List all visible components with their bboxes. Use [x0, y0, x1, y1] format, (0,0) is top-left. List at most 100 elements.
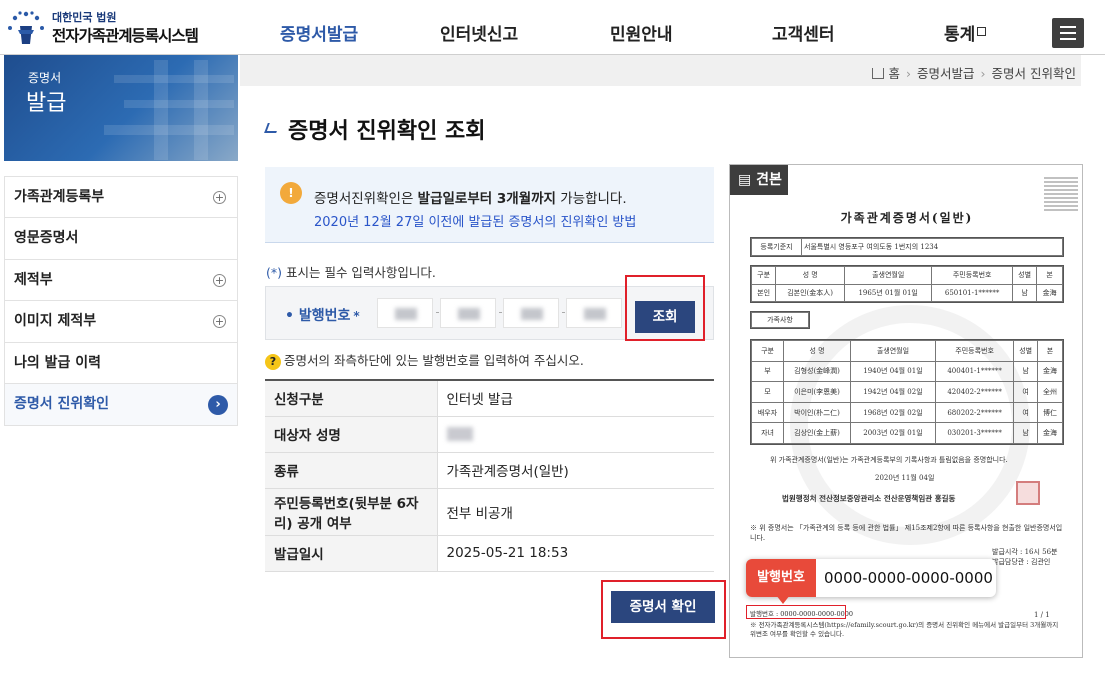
issue-number-input-4[interactable]	[566, 298, 622, 328]
sample-family-label: 가족사항	[750, 311, 810, 329]
document-icon: ▤	[738, 172, 757, 188]
callout-pointer	[776, 595, 790, 604]
sample-date: 2020년 11월 04일	[875, 474, 935, 482]
section-banner: 증명서 발급	[4, 55, 238, 161]
table-row: 신청구분 인터넷 발급	[265, 380, 714, 417]
breadcrumb-section[interactable]: 증명서발급	[917, 66, 975, 81]
nav-internet-report[interactable]: 인터넷신고	[440, 20, 518, 45]
table-row: 대상자 성명	[265, 416, 714, 453]
external-link-icon	[977, 27, 987, 36]
notice-icon: !	[280, 182, 302, 204]
sidebar-item-label: 영문증명서	[14, 230, 79, 247]
banner-title-large: 발급	[26, 91, 67, 116]
nav-civil-guide[interactable]: 민원안내	[610, 20, 673, 45]
sample-issuer: 법원행정처 전산정보중앙관리소 전산운영책임관 홍길동	[782, 494, 956, 503]
title-mark-icon	[264, 123, 280, 133]
row-value: 전부 비공개	[437, 488, 714, 536]
certificate-info-table: 신청구분 인터넷 발급 대상자 성명 종류 가족관계증명서(일반) 주민등록번호…	[265, 379, 714, 572]
row-value: 2025-05-21 18:53	[437, 535, 714, 572]
side-menu: 가족관계등록부 + 영문증명서 제적부 + 이미지 제적부 + 나의 발급 이력…	[4, 176, 238, 427]
row-value: 가족관계증명서(일반)	[437, 452, 714, 489]
sidebar-item-english-certificate[interactable]: 영문증명서	[5, 218, 237, 260]
sidebar-item-label: 이미지 제적부	[14, 313, 97, 330]
callout-value: 0000-0000-0000-0000	[824, 569, 993, 587]
nav-certificate-issue[interactable]: 증명서발급	[280, 20, 358, 45]
sample-register-table: 등록기준지 서울특별시 영등포구 여의도동 1번지의 1234	[750, 237, 1064, 257]
breadcrumb-separator-icon: ›	[980, 66, 986, 81]
sample-page: 1 / 1	[1034, 611, 1050, 619]
expand-plus-icon[interactable]: +	[213, 315, 226, 329]
sidebar-item-certificate-verify[interactable]: 증명서 진위확인 ›	[5, 383, 237, 426]
expand-plus-icon[interactable]: +	[213, 191, 226, 204]
logo-subtitle: 대한민국 법원	[52, 11, 117, 24]
sidebar-item-label: 증명서 진위확인	[14, 395, 110, 412]
hamburger-icon	[1060, 26, 1076, 28]
breadcrumb-separator-icon: ›	[906, 66, 911, 81]
highlight-search-button	[625, 275, 705, 341]
masked-name	[446, 427, 473, 441]
court-emblem-icon	[8, 11, 44, 44]
table-row: 발급일시 2025-05-21 18:53	[265, 535, 714, 572]
row-value: 인터넷 발급	[437, 380, 714, 417]
legacy-verify-link[interactable]: 2020년 12월 27일 이전에 발급된 증명서의 진위확인 방법	[314, 211, 636, 230]
sample-doc-title: 가족관계증명서(일반)	[840, 211, 974, 225]
expand-plus-icon[interactable]: +	[213, 273, 226, 287]
issue-number-label: • 발행번호 *	[285, 308, 360, 324]
breadcrumb-bar: 홈 › 증명서발급 › 증명서 진위확인	[240, 55, 1081, 86]
chevron-right-icon: ›	[208, 394, 228, 415]
required-mark: *	[353, 309, 360, 323]
qr-code-icon	[1044, 177, 1078, 211]
breadcrumb-home[interactable]: 홈	[888, 66, 900, 81]
hamburger-icon	[1060, 32, 1076, 34]
home-icon	[872, 68, 885, 79]
site-logo[interactable]: 대한민국 법원 전자가족관계등록시스템	[6, 6, 206, 48]
sample-family-table: 구분 성 명 출생연월일 주민등록번호 성별 본 부 김형성(金峰潤) 1940년 04월 …	[750, 339, 1064, 445]
row-label: 대상자 성명	[265, 416, 438, 453]
sidebar-item-label: 나의 발급 이력	[14, 354, 102, 371]
question-icon: ?	[265, 354, 281, 370]
notice-text: 증명서진위확인은 발급일로부터 3개월까지 가능합니다.	[314, 191, 627, 207]
issue-number-input-3[interactable]	[503, 298, 559, 328]
nav-statistics-label: 통계	[944, 25, 976, 45]
row-label: 신청구분	[265, 380, 438, 417]
sidebar-item-label: 가족관계등록부	[14, 189, 105, 205]
sample-certificate: ▤ 견본 가족관계증명서(일반) 등록기준지 서울특별시 영등포구 여의도동 1…	[729, 164, 1083, 658]
breadcrumb: 홈 › 증명서발급 › 증명서 진위확인	[872, 63, 1076, 82]
sample-person-table: 구분 성 명 출생연월일 주민등록번호 성별 본 본인 김본인(金本人) 1965년 01월…	[750, 265, 1064, 303]
logo-title: 전자가족관계등록시스템	[52, 27, 199, 45]
all-menu-button[interactable]	[1052, 18, 1084, 48]
sidebar-item-my-issue-history[interactable]: 나의 발급 이력	[5, 343, 237, 384]
sidebar-item-removed-register[interactable]: 제적부 +	[5, 260, 237, 302]
site-header: 대한민국 법원 전자가족관계등록시스템 증명서발급 인터넷신고 민원안내 고객센…	[0, 0, 1105, 55]
notice-box: ! 증명서진위확인은 발급일로부터 3개월까지 가능합니다. 2020년 12월…	[265, 167, 714, 243]
sample-issue-time: 발급시각 : 16시 56분	[992, 548, 1058, 556]
row-value	[437, 416, 714, 453]
sample-badge: ▤ 견본	[730, 165, 788, 195]
table-row: 주민등록번호(뒷부분 6자리) 공개 여부 전부 비공개	[265, 488, 714, 536]
official-seal-icon	[1016, 481, 1040, 505]
hamburger-icon	[1060, 38, 1076, 40]
row-label: 종류	[265, 452, 438, 489]
highlight-confirm-button	[601, 580, 726, 639]
sample-certify-text: 위 가족관계증명서(일반)는 가족관계등록부의 기록사항과 틀림없음을 증명합니…	[770, 456, 1008, 464]
sidebar-item-image-removed-register[interactable]: 이미지 제적부 +	[5, 301, 237, 343]
nav-statistics[interactable]: 통계	[944, 20, 987, 45]
issue-number-input-2[interactable]	[440, 298, 496, 328]
nav-customer-center[interactable]: 고객센터	[772, 20, 835, 45]
row-label: 주민등록번호(뒷부분 6자리) 공개 여부	[265, 488, 438, 536]
help-text: ? 증명서의 좌측하단에 있는 발행번호를 입력하여 주십시오.	[265, 350, 584, 370]
page-title: 증명서 진위확인 조회	[288, 119, 486, 144]
breadcrumb-current: 증명서 진위확인	[991, 66, 1076, 81]
highlight-issue-number	[746, 605, 846, 619]
banner-title-small: 증명서	[28, 71, 62, 85]
issue-number-input-1[interactable]	[377, 298, 433, 328]
sample-issuer-small: 발급담당관 : 김관인	[992, 558, 1051, 566]
sidebar-item-family-register[interactable]: 가족관계등록부 +	[5, 177, 237, 219]
required-note: (*) 표시는 필수 입력사항입니다.	[266, 265, 436, 280]
sidebar-item-label: 제적부	[14, 271, 53, 288]
issue-number-callout: 발행번호 0000-0000-0000-0000	[746, 559, 996, 597]
callout-label: 발행번호	[746, 559, 816, 597]
row-label: 발급일시	[265, 535, 438, 572]
sample-footer-note: ※ 전자가족관계등록시스템(https://efamily.scourt.go.…	[750, 621, 1059, 638]
table-row: 종류 가족관계증명서(일반)	[265, 452, 714, 489]
